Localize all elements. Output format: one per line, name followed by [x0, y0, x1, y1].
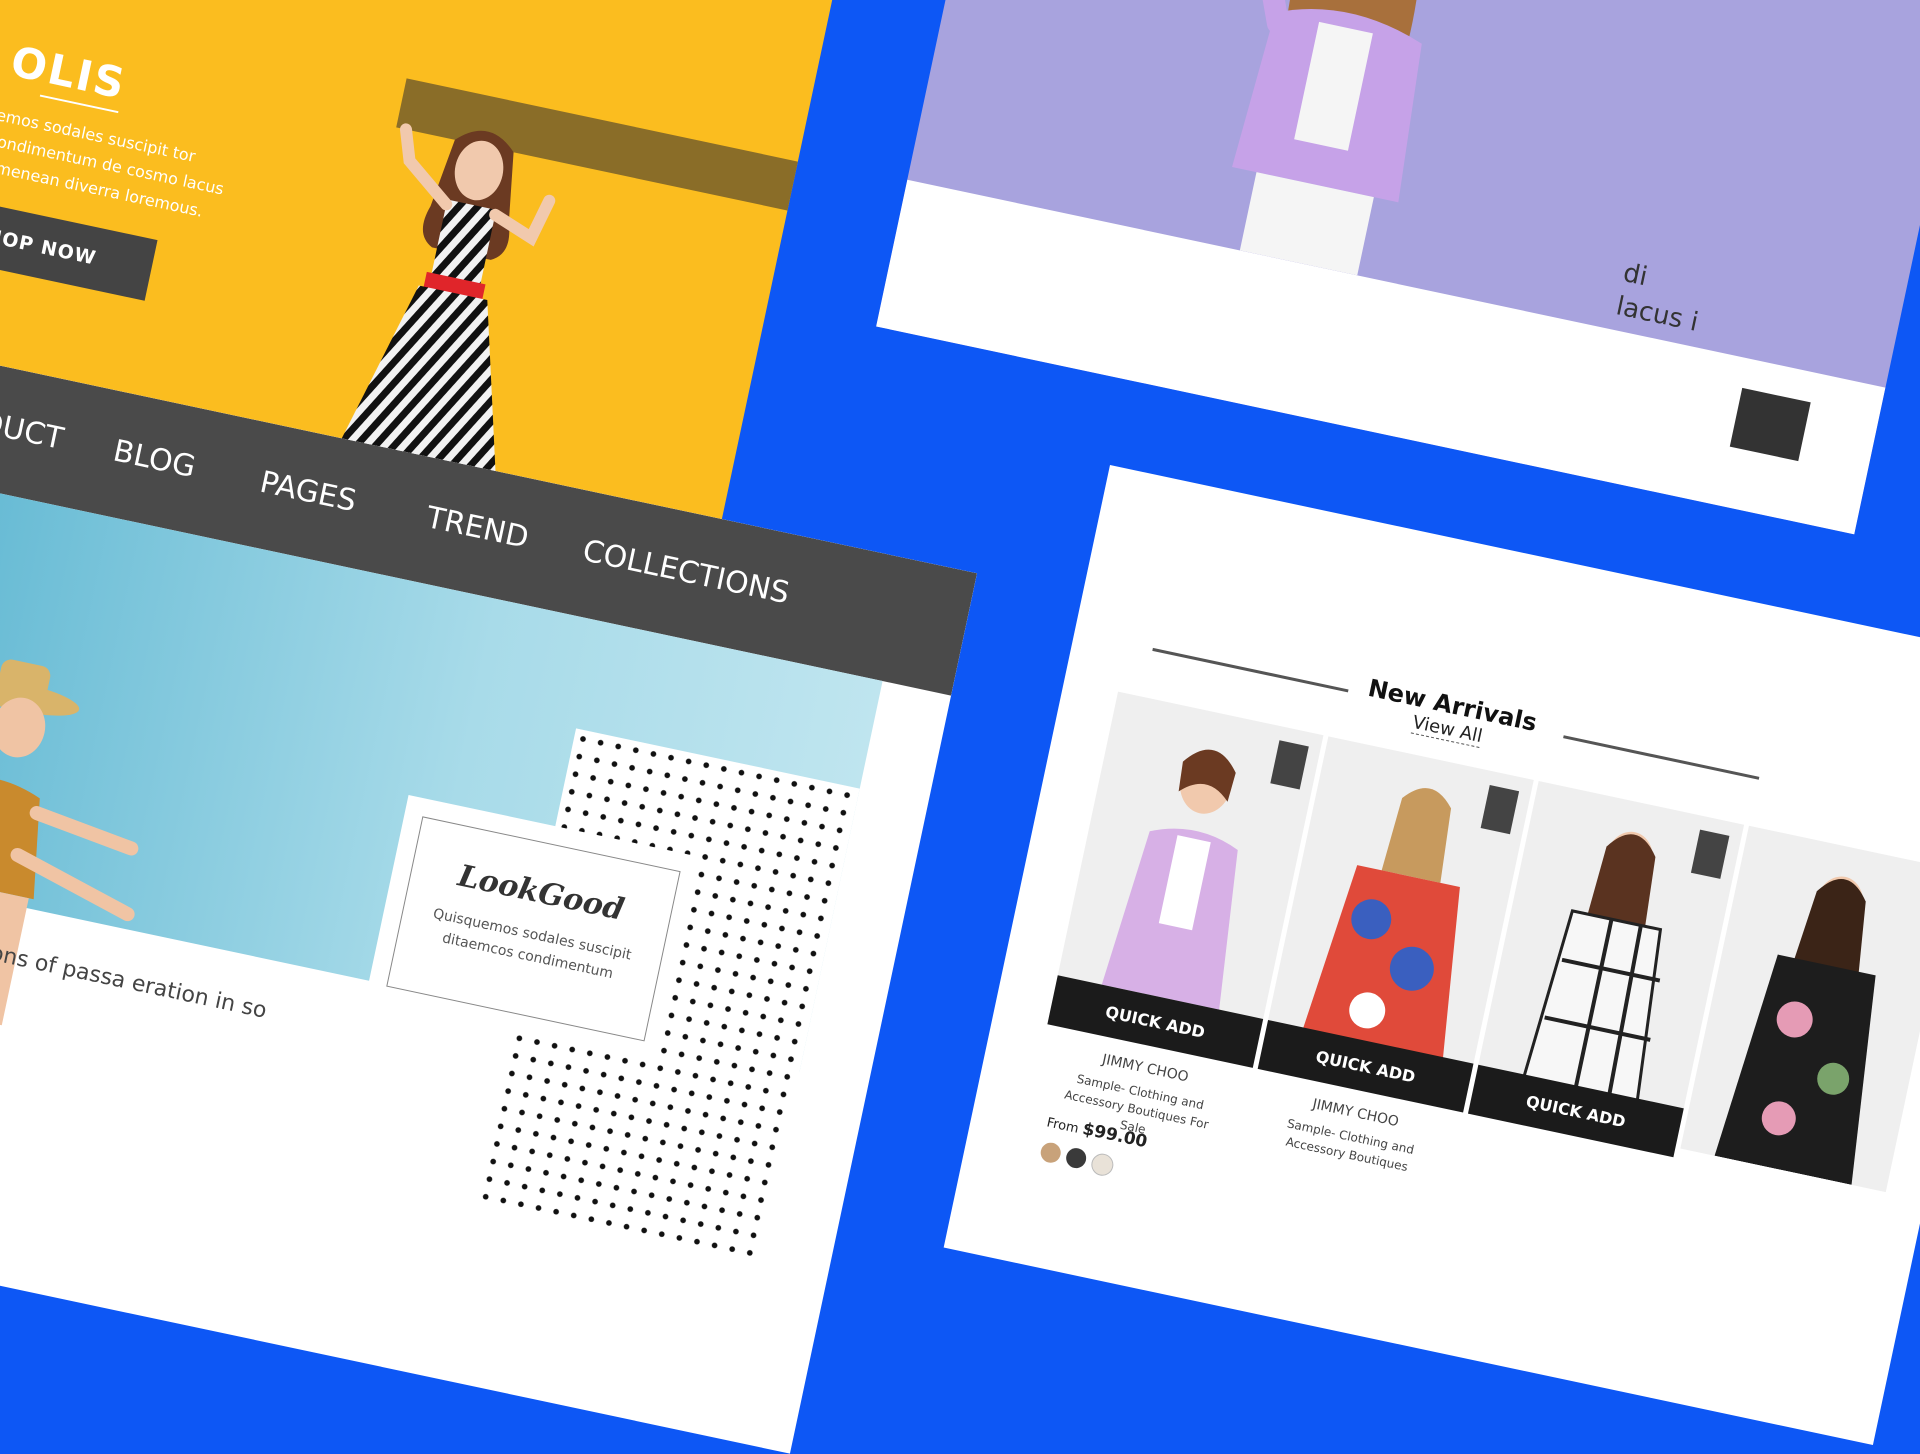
purple-hero-panel: di lacus i: [876, 0, 1920, 535]
nav-item-trend[interactable]: TREND: [423, 500, 532, 556]
color-swatch[interactable]: [1089, 1151, 1116, 1178]
trending-panel: TRENDING NOW New Arrivals View All QUICK…: [943, 465, 1920, 1446]
nav-item-product[interactable]: ODUCT: [0, 400, 66, 457]
nav-promo-panel: ODUCT BLOG PAGES TREND COLLECTIONS LookG…: [0, 355, 978, 1454]
hero-title: OLIS: [6, 36, 131, 109]
nav-item-blog[interactable]: BLOG: [110, 434, 199, 486]
subheading-line-right: [1563, 735, 1760, 780]
color-swatch[interactable]: [1038, 1140, 1063, 1165]
color-swatch[interactable]: [1064, 1146, 1089, 1170]
price-prefix: From: [1045, 1115, 1080, 1137]
subheading-line-left: [1152, 647, 1349, 693]
nav-item-pages[interactable]: PAGES: [257, 465, 360, 519]
nav-item-collections[interactable]: COLLECTIONS: [580, 533, 793, 611]
heading-line-left: [1141, 465, 1514, 493]
hero-text: di lacus i: [1613, 256, 1708, 340]
heading-line-right: [1894, 570, 1920, 611]
